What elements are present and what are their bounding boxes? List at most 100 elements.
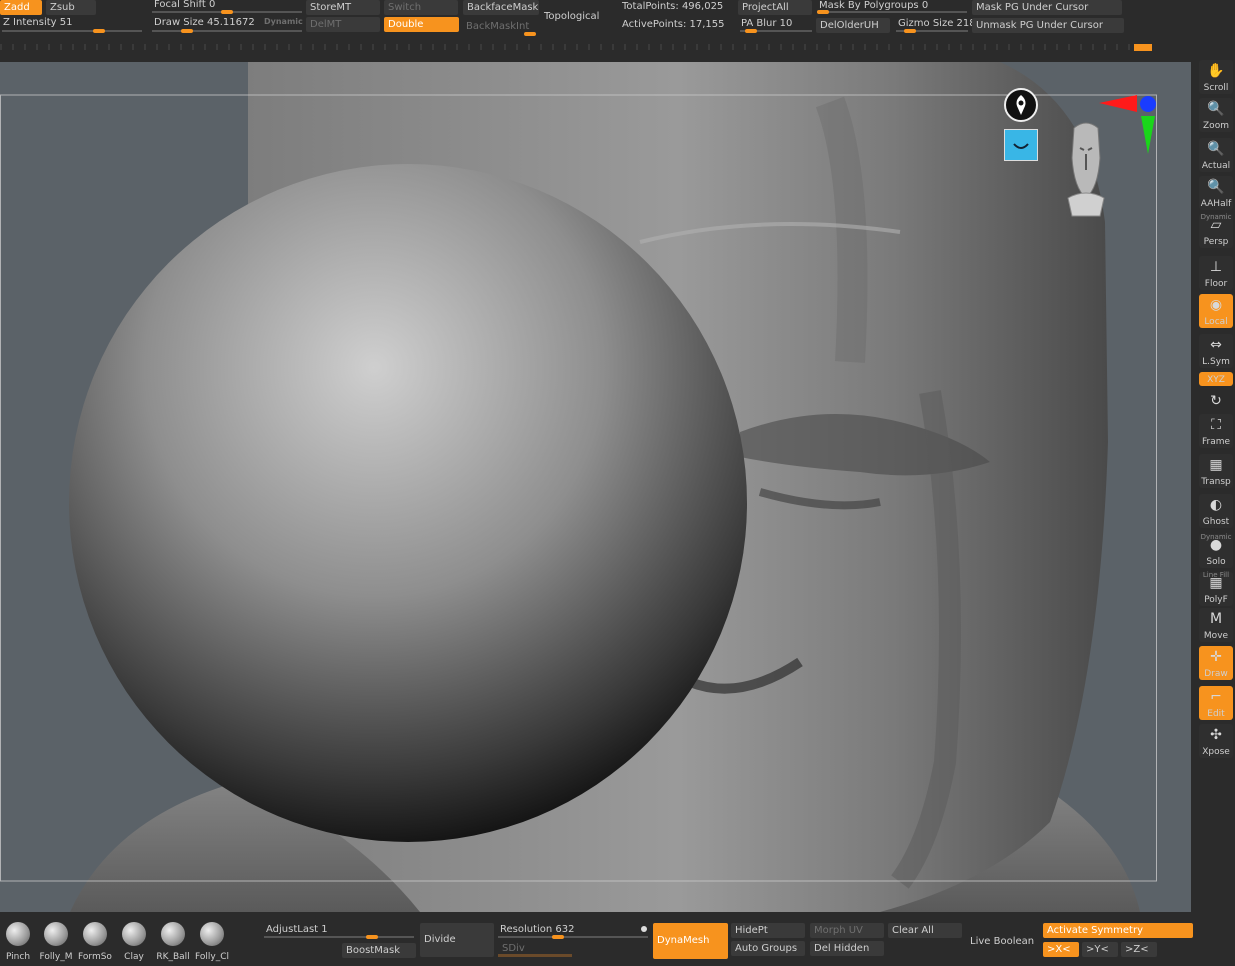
brush-label: RK_Ball <box>156 952 190 962</box>
shelf-button-zoom[interactable]: 🔍 Zoom <box>1199 98 1233 132</box>
focal-shift-slider[interactable]: Focal Shift 0 <box>154 0 215 11</box>
delolderuh-button[interactable]: DelOlderUH <box>816 18 890 33</box>
shelf-button-label: Actual <box>1201 161 1231 171</box>
adjust-last-knob[interactable] <box>366 935 378 939</box>
clear-all-button[interactable]: Clear All <box>888 923 962 938</box>
zadd-button[interactable]: Zadd <box>0 0 42 15</box>
adjust-last-slider[interactable]: AdjustLast 1 <box>266 923 328 936</box>
brush-label: Folly_Cl <box>195 952 229 962</box>
resolution-track[interactable] <box>498 936 648 938</box>
del-hidden-button[interactable]: Del Hidden <box>810 941 884 956</box>
resolution-knob[interactable] <box>552 935 564 939</box>
divide-button[interactable]: Divide <box>420 923 494 957</box>
shelf-button-ghost[interactable]: ◐ Ghost <box>1199 494 1233 528</box>
adjust-last-track[interactable] <box>264 936 414 938</box>
hidept-button[interactable]: HidePt <box>731 923 805 938</box>
z-intensity-track[interactable] <box>2 30 142 32</box>
edit-icon: ⌐ <box>1210 689 1222 705</box>
resolution-slider[interactable]: Resolution 632 <box>500 923 575 936</box>
axis-gizmo-icon[interactable] <box>1097 92 1161 156</box>
shelf-button-xyz[interactable]: XYZ <box>1199 372 1233 386</box>
focal-shift-knob[interactable] <box>221 10 233 14</box>
draw-icon: ✛ <box>1210 649 1222 665</box>
canvas-viewport[interactable] <box>0 62 1191 912</box>
shelf-button-frame[interactable]: ⛶ Frame <box>1199 414 1233 448</box>
move-icon: M <box>1209 611 1223 627</box>
shelf-button-label: XYZ <box>1207 375 1225 385</box>
shelf-button-l-sym[interactable]: ⇔ L.Sym <box>1199 334 1233 368</box>
shelf-button-label: Move <box>1203 631 1229 641</box>
z-intensity-slider[interactable]: Z Intensity 51 <box>3 16 72 29</box>
smile-icon[interactable] <box>1004 129 1038 161</box>
shelf-button-label: L.Sym <box>1202 357 1230 367</box>
shelf-button-floor[interactable]: ⊥ Floor <box>1199 256 1233 290</box>
dynamic-toggle[interactable]: Dynamic <box>264 17 303 26</box>
shelf-button-move[interactable]: M Move <box>1199 608 1233 642</box>
shelf-button-edit[interactable]: ⌐ Edit <box>1199 686 1233 720</box>
sculpt-scene <box>0 62 1157 912</box>
shelf-button-polyf[interactable]: Line Fill ▦ PolyF <box>1199 571 1233 606</box>
zsub-button[interactable]: Zsub <box>46 0 96 15</box>
shelf-button-xpose[interactable]: ✣ Xpose <box>1199 724 1233 758</box>
draw-size-slider[interactable]: Draw Size 45.11672 <box>154 16 255 29</box>
activate-symmetry-button[interactable]: Activate Symmetry <box>1043 923 1193 938</box>
projectall-button[interactable]: ProjectAll <box>738 0 812 15</box>
ruler-marker[interactable] <box>1134 44 1152 51</box>
axis-gizmo-glyph <box>1099 95 1156 154</box>
backmaskint-knob[interactable] <box>524 32 536 36</box>
unmask-pg-under-cursor-button[interactable]: Unmask PG Under Cursor <box>972 18 1124 33</box>
shelf-button-label: AAHalf <box>1200 199 1232 209</box>
shelf-button-transp[interactable]: ▦ Transp <box>1199 454 1233 488</box>
morph-uv-button[interactable]: Morph UV <box>810 923 884 938</box>
shelf-button-local[interactable]: ◉ Local <box>1199 294 1233 328</box>
top-toolbar: Zadd Zsub Z Intensity 51 Focal Shift 0 D… <box>0 0 1235 58</box>
auto-groups-button[interactable]: Auto Groups <box>731 941 805 956</box>
backmaskint-slider[interactable]: BackMaskInt <box>466 20 529 33</box>
resolution-dot-icon[interactable] <box>641 926 647 932</box>
symmetry-y-button[interactable]: >Y< <box>1082 942 1118 957</box>
shelf-button-label: Frame <box>1201 437 1231 447</box>
shelf-button-draw[interactable]: ✛ Draw <box>1199 646 1233 680</box>
shelf-button-solo[interactable]: Dynamic ● Solo <box>1199 533 1233 568</box>
gizmo-size-knob[interactable] <box>904 29 916 33</box>
delmt-button[interactable]: DelMT <box>306 17 380 32</box>
switch-button[interactable]: Switch <box>384 0 458 15</box>
shelf-button-aahalf[interactable]: 🔍 AAHalf <box>1199 176 1233 210</box>
symmetry-z-button[interactable]: >Z< <box>1121 942 1157 957</box>
shelf-button-actual[interactable]: 🔍 Actual <box>1199 138 1233 172</box>
shelf-button-label: Draw <box>1204 669 1228 679</box>
brush-pinch[interactable]: Pinch <box>0 922 36 966</box>
brush-formso[interactable]: FormSo <box>77 922 113 966</box>
bottom-toolbar: Pinch Folly_M FormSo Clay RK_Ball Folly_… <box>0 914 1235 966</box>
draw-size-knob[interactable] <box>181 29 193 33</box>
brush-clay[interactable]: Clay <box>116 922 152 966</box>
storemt-button[interactable]: StoreMT <box>306 0 380 15</box>
shelf-button-persp[interactable]: Dynamic ▱ Persp <box>1199 213 1233 248</box>
topological-button[interactable]: Topological <box>544 10 599 23</box>
sdiv-track[interactable] <box>498 954 572 957</box>
xpose-icon: ✣ <box>1210 727 1222 743</box>
pa-blur-knob[interactable] <box>745 29 757 33</box>
brush-folly-cl[interactable]: Folly_Cl <box>194 922 230 966</box>
live-boolean-button[interactable]: Live Boolean <box>966 934 1040 949</box>
double-button[interactable]: Double <box>384 17 459 32</box>
draw-size-track[interactable] <box>152 30 302 32</box>
mask-by-polygroups-knob[interactable] <box>817 10 829 14</box>
smile-glyph <box>1013 143 1029 149</box>
symmetry-x-button[interactable]: >X< <box>1043 942 1079 957</box>
magnifier-icon: 🔍 <box>1207 141 1225 157</box>
solo-icon: ● <box>1209 537 1223 553</box>
backfacemask-button[interactable]: BackfaceMask <box>463 0 539 15</box>
z-intensity-knob[interactable] <box>93 29 105 33</box>
brush-folly-m[interactable]: Folly_M <box>38 922 74 966</box>
shelf-button-rotate[interactable]: ↻ <box>1199 390 1233 409</box>
shelf-button-scroll[interactable]: ✋ Scroll <box>1199 60 1233 94</box>
frame-icon: ⛶ <box>1211 417 1221 433</box>
brush-rk-ball[interactable]: RK_Ball <box>155 922 191 966</box>
mask-by-polygroups-track[interactable] <box>817 11 967 13</box>
boostmask-button[interactable]: BoostMask <box>342 943 416 958</box>
brush-thumbnail <box>6 922 30 946</box>
dynamesh-button[interactable]: DynaMesh <box>653 923 728 959</box>
mask-pg-under-cursor-button[interactable]: Mask PG Under Cursor <box>972 0 1122 15</box>
pen-icon[interactable] <box>1004 88 1038 122</box>
